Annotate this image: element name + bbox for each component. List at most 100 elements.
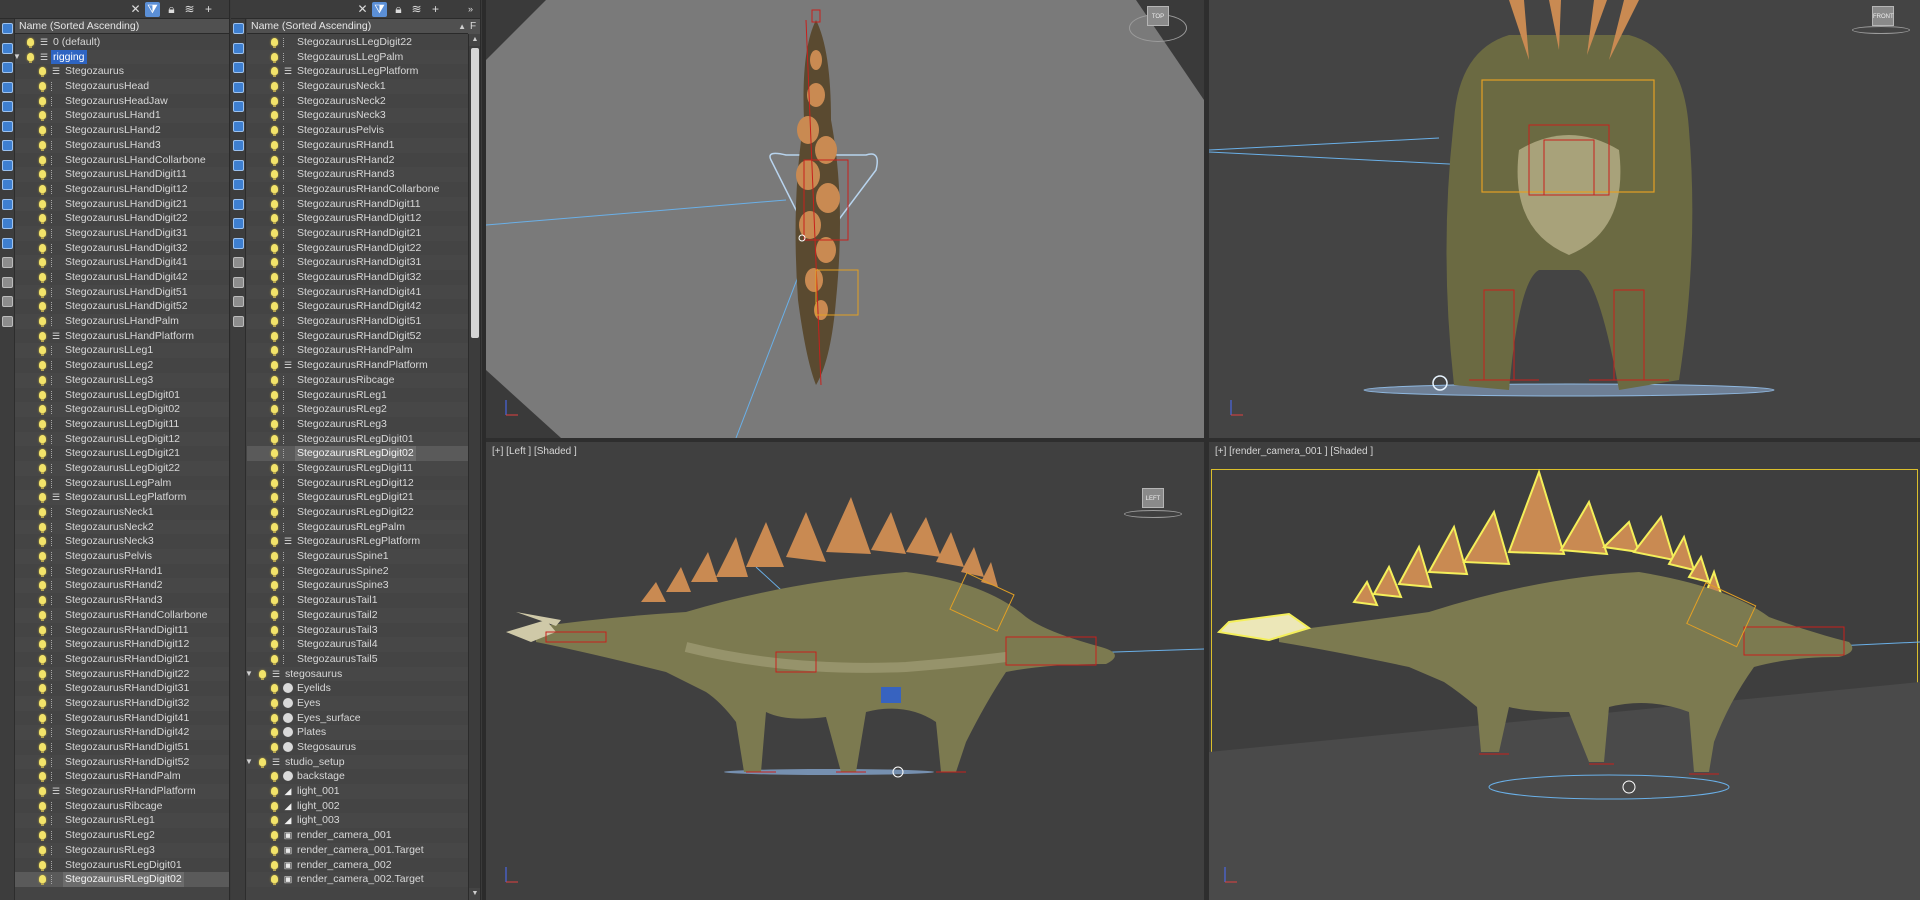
lock-icon[interactable]: 🔒︎ [391, 2, 406, 17]
tree-row[interactable]: StegozaurusLHand3 [15, 137, 229, 153]
visibility-bulb-icon[interactable] [39, 449, 46, 460]
tree-row[interactable]: StegozaurusRHand2 [247, 153, 468, 168]
tree-row[interactable]: StegozaurusLLegDigit02 [15, 402, 229, 417]
visibility-bulb-icon[interactable] [39, 273, 46, 283]
tree-row[interactable]: StegozaurusTail5 [247, 652, 468, 667]
visibility-bulb-icon[interactable] [39, 831, 46, 842]
visibility-bulb-icon[interactable] [39, 640, 46, 651]
filter-icon[interactable]: ⧩ [145, 2, 160, 17]
visibility-bulb-icon[interactable] [271, 155, 278, 166]
tree-row[interactable]: StegozaurusLHandDigit32 [15, 241, 229, 256]
tree-row[interactable]: ▣ render_camera_002 [247, 858, 468, 873]
tree-row[interactable]: StegozaurusRHandDigit12 [15, 637, 229, 652]
tree-row[interactable]: StegozaurusRLegDigit01 [15, 858, 229, 873]
visibility-bulb-icon[interactable] [271, 126, 278, 137]
visibility-bulb-icon[interactable] [271, 419, 278, 430]
visibility-bulb-icon[interactable] [39, 184, 46, 195]
visibility-bulb-icon[interactable] [39, 552, 46, 563]
visibility-bulb-icon[interactable] [39, 875, 46, 886]
tree-row[interactable]: StegozaurusRHandDigit51 [15, 740, 229, 755]
visibility-bulb-icon[interactable] [39, 625, 46, 636]
tree-row[interactable]: StegozaurusRHand2 [15, 578, 229, 594]
filter-toggle-icon[interactable] [2, 257, 13, 268]
visibility-bulb-icon[interactable] [39, 434, 46, 445]
visibility-bulb-icon[interactable] [271, 875, 278, 886]
visibility-bulb-icon[interactable] [39, 140, 46, 151]
tree-row[interactable]: StegozaurusRLegDigit02 [15, 872, 229, 887]
tree-row[interactable]: StegozaurusLHandCollarbone [15, 153, 229, 168]
tree-row[interactable]: ▣ render_camera_001.Target [247, 842, 468, 858]
tree-row[interactable]: StegozaurusHead [15, 79, 229, 94]
tree-row[interactable]: ◢ light_003 [247, 813, 468, 829]
filter-toggle-icon[interactable] [233, 179, 244, 190]
tree-row[interactable]: StegozaurusNeck3 [247, 108, 468, 124]
visibility-bulb-icon[interactable] [271, 566, 278, 577]
filter-toggle-icon[interactable] [2, 23, 13, 34]
visibility-bulb-icon[interactable] [39, 170, 46, 181]
tree-row[interactable]: StegozaurusPelvis [15, 549, 229, 564]
tree-row[interactable]: StegozaurusRHandDigit32 [15, 695, 229, 711]
visibility-bulb-icon[interactable] [271, 302, 278, 313]
filter-toggle-icon[interactable] [233, 23, 244, 34]
visibility-bulb-icon[interactable] [39, 214, 46, 225]
tree-row[interactable]: StegozaurusRLeg2 [247, 402, 468, 417]
visibility-bulb-icon[interactable] [271, 317, 278, 328]
tree-row[interactable]: StegozaurusRHandDigit11 [15, 623, 229, 638]
tree-row[interactable]: ▣ render_camera_001 [247, 828, 468, 843]
visibility-bulb-icon[interactable] [39, 698, 46, 709]
visibility-bulb-icon[interactable] [39, 331, 46, 342]
visibility-bulb-icon[interactable] [271, 96, 278, 107]
tree-row[interactable]: StegozaurusLLegDigit22 [247, 35, 468, 50]
visibility-bulb-icon[interactable] [39, 522, 46, 533]
column-header-extra[interactable]: F [468, 19, 480, 34]
visibility-bulb-icon[interactable] [39, 405, 46, 416]
tree-row[interactable]: ☰ StegozaurusRLegPlatform [247, 534, 468, 549]
visibility-bulb-icon[interactable] [271, 184, 278, 195]
filter-toggle-icon[interactable] [2, 140, 13, 151]
tree-row[interactable]: StegozaurusRHand3 [247, 167, 468, 182]
tree-row[interactable]: StegozaurusRHandDigit12 [247, 211, 468, 226]
lock-icon[interactable]: 🔒︎ [164, 2, 179, 17]
tree-row[interactable]: StegozaurusRLegDigit01 [247, 431, 468, 447]
tree-row[interactable]: StegozaurusRHand3 [15, 593, 229, 608]
visibility-bulb-icon[interactable] [271, 640, 278, 651]
filter-toggle-icon[interactable] [233, 42, 244, 54]
filter-toggle-icon[interactable] [233, 159, 244, 171]
filter-toggle-icon[interactable] [233, 120, 244, 132]
filter-toggle-icon[interactable] [233, 140, 244, 151]
viewport-camera[interactable]: [+] [render_camera_001 ] [Shaded ] [1209, 442, 1920, 900]
close-icon[interactable]: ✕ [355, 2, 370, 17]
tree-row[interactable]: backstage [247, 769, 468, 784]
tree-row[interactable]: StegozaurusLHandDigit42 [15, 270, 229, 285]
tree-row[interactable]: StegozaurusRLeg3 [247, 417, 468, 432]
layers-icon[interactable]: ≋ [409, 2, 424, 17]
visibility-bulb-icon[interactable] [271, 625, 278, 636]
visibility-bulb-icon[interactable] [271, 258, 278, 269]
filter-toggle-icon[interactable] [233, 257, 244, 268]
visibility-bulb-icon[interactable] [39, 243, 46, 254]
tree-row[interactable]: StegozaurusTail3 [247, 623, 468, 638]
tree-row[interactable]: StegozaurusLLeg2 [15, 358, 229, 373]
visibility-bulb-icon[interactable] [271, 860, 278, 871]
close-icon[interactable]: ✕ [128, 2, 143, 17]
filter-toggle-icon[interactable] [233, 101, 244, 112]
visibility-bulb-icon[interactable] [39, 596, 46, 607]
tree-row[interactable]: StegozaurusRibcage [15, 799, 229, 814]
tree-row[interactable]: StegozaurusRHandDigit22 [15, 666, 229, 682]
tree-row[interactable]: StegozaurusLHandDigit41 [15, 255, 229, 270]
visibility-bulb-icon[interactable] [271, 831, 278, 842]
tree-row[interactable]: StegozaurusLLegDigit12 [15, 431, 229, 447]
visibility-bulb-icon[interactable] [271, 552, 278, 563]
visibility-bulb-icon[interactable] [271, 522, 278, 533]
visibility-bulb-icon[interactable] [271, 375, 278, 386]
tree-row[interactable]: StegozaurusRHandDigit22 [247, 241, 468, 256]
visibility-bulb-icon[interactable] [39, 258, 46, 269]
visibility-bulb-icon[interactable] [271, 170, 278, 181]
vertical-scrollbar[interactable]: ▲ ▼ [468, 34, 480, 900]
visibility-bulb-icon[interactable] [39, 375, 46, 386]
layers-icon[interactable]: ≋ [182, 2, 197, 17]
visibility-bulb-icon[interactable] [271, 508, 278, 518]
visibility-bulb-icon[interactable] [271, 361, 278, 372]
tree-row[interactable]: StegozaurusRHandDigit51 [247, 314, 468, 329]
visibility-bulb-icon[interactable] [271, 816, 278, 827]
